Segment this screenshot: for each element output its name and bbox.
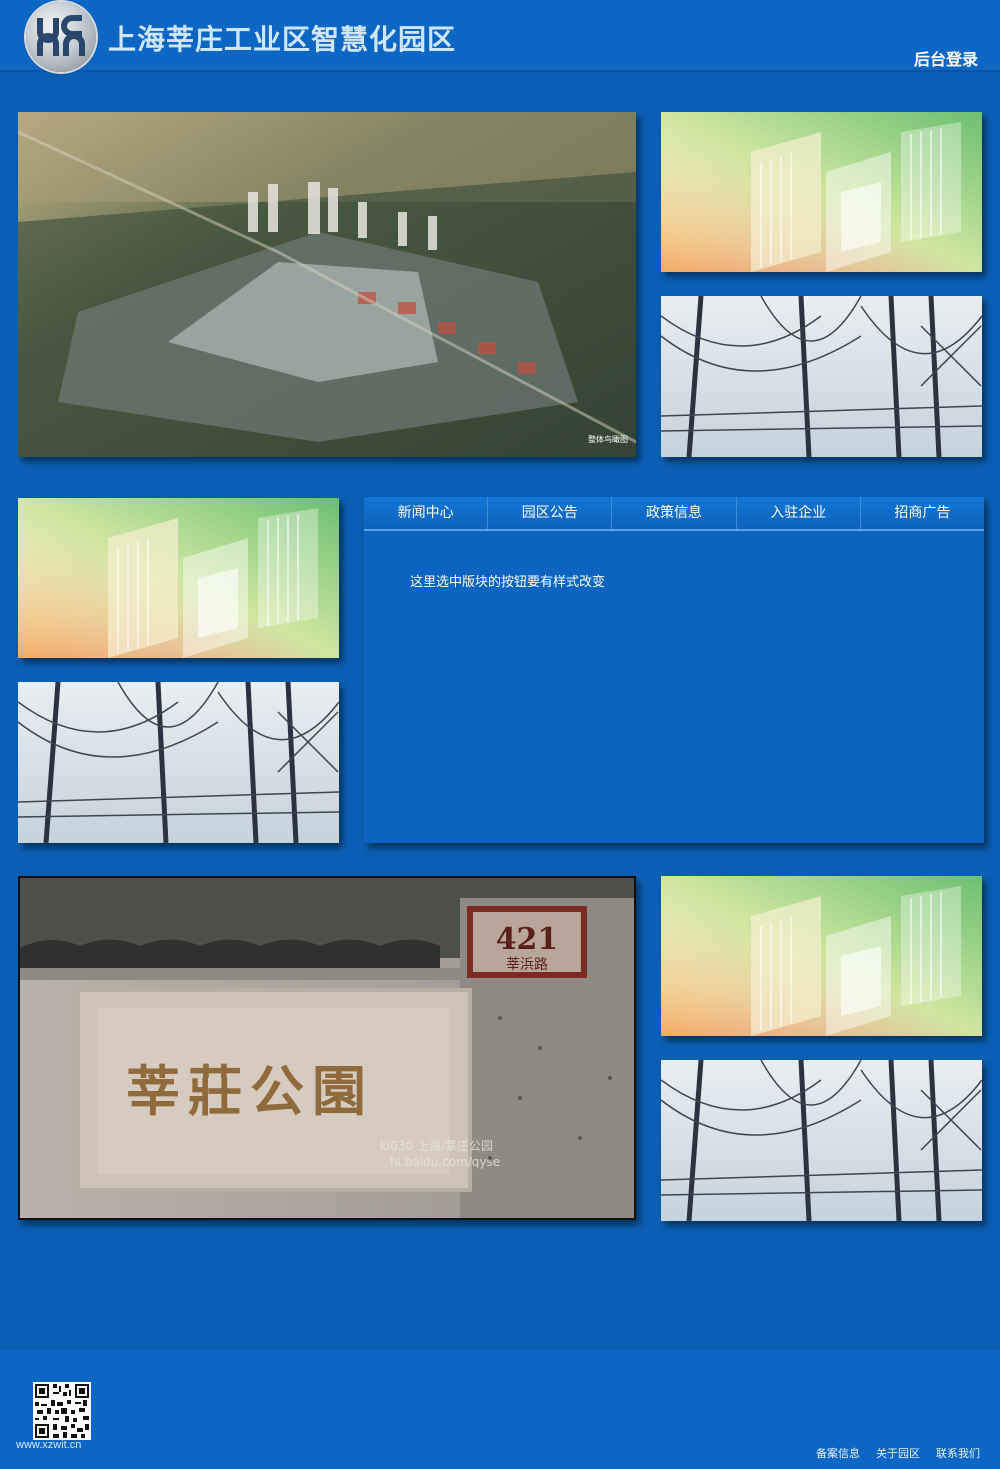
tab-park-announcements[interactable]: 园区公告 xyxy=(488,497,613,529)
site-footer: www.xzwit.cn 备案信息 关于园区 联系我们 xyxy=(0,1350,1000,1469)
sign-road-name: 莘浜路 xyxy=(506,956,548,973)
site-url: www.xzwit.cn xyxy=(16,1439,82,1451)
footer-link-about[interactable]: 关于园区 xyxy=(876,1445,920,1461)
building-illustration-image-3[interactable] xyxy=(661,876,982,1036)
qr-code-icon xyxy=(33,1382,91,1440)
power-tower-image-2[interactable] xyxy=(18,682,339,843)
footer-links: 备案信息 关于园区 联系我们 xyxy=(816,1445,980,1461)
building-illustration-image[interactable] xyxy=(661,112,982,272)
watermark-line-1: ki030 上海/莘庄公园 xyxy=(380,1138,493,1153)
aerial-caption: 整体鸟瞰图 xyxy=(588,434,628,444)
news-tabs-panel: 新闻中心 园区公告 政策信息 入驻企业 招商广告 这里选中版块的按钮要有样式改变 xyxy=(364,497,984,843)
admin-login-link[interactable]: 后台登录 xyxy=(914,46,978,70)
tab-policy-info[interactable]: 政策信息 xyxy=(612,497,737,529)
footer-link-icp[interactable]: 备案信息 xyxy=(816,1445,860,1461)
site-title: 上海莘庄工业区智慧化园区 xyxy=(108,23,457,56)
park-logo xyxy=(26,2,96,72)
footer-link-contact[interactable]: 联系我们 xyxy=(936,1445,980,1461)
power-tower-image-3[interactable] xyxy=(661,1060,982,1221)
aerial-view-image[interactable]: 整体鸟瞰图 xyxy=(18,112,636,457)
site-header: 上海莘庄工业区智慧化园区 后台登录 xyxy=(0,0,1000,72)
tab-news-center[interactable]: 新闻中心 xyxy=(364,497,489,529)
tab-investment-ads[interactable]: 招商广告 xyxy=(861,497,984,529)
building-illustration-image-2[interactable] xyxy=(18,498,339,658)
sign-house-number: 421 xyxy=(496,922,559,957)
tab-bar: 新闻中心 园区公告 政策信息 入驻企业 招商广告 xyxy=(364,497,984,531)
panel-content-text: 这里选中版块的按钮要有样式改变 xyxy=(410,575,606,590)
power-tower-image[interactable] xyxy=(661,296,982,457)
sign-park-name: 莘莊公園 xyxy=(126,1059,374,1123)
xinzhuang-park-sign-image[interactable]: 421 莘浜路 莘莊公園 ki030 上海/莘庄公园 hi.baidu.com/… xyxy=(18,876,636,1220)
watermark-line-2: hi.baidu.com/qyse xyxy=(390,1155,500,1169)
tab-resident-companies[interactable]: 入驻企业 xyxy=(737,497,861,529)
